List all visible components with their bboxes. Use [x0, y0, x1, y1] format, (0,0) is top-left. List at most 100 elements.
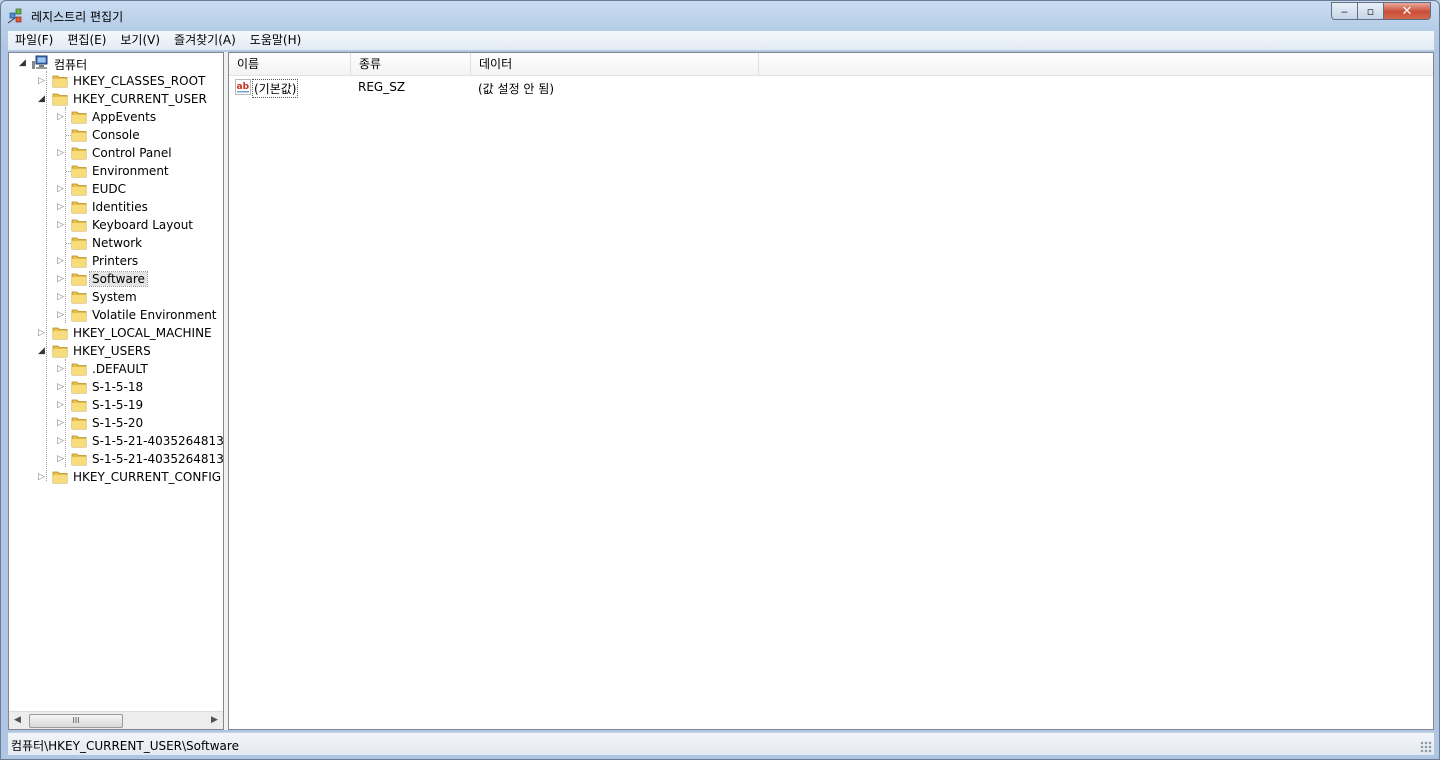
scroll-right-icon[interactable]: ▶ [206, 712, 223, 729]
expand-arrow-icon[interactable]: ▷ [56, 219, 65, 231]
tree-label: S-1-5-18 [92, 380, 144, 394]
scrollbar-thumb[interactable]: III [29, 714, 123, 728]
maximize-icon: ▫ [1366, 4, 1375, 18]
value-name: (기본값) [251, 79, 299, 98]
expand-arrow-icon[interactable]: ▷ [56, 435, 65, 447]
menu-favorites[interactable]: 즐겨찾기(A) [167, 31, 243, 50]
close-button[interactable]: ✕ [1384, 2, 1431, 20]
expand-arrow-icon[interactable]: ▷ [37, 471, 46, 483]
tree-item-s-1-5-18[interactable]: ▷ S-1-5-18 [9, 378, 223, 396]
menu-edit[interactable]: 편집(E) [60, 31, 113, 50]
expand-arrow-icon[interactable]: ▷ [56, 147, 65, 159]
folder-icon [52, 345, 68, 358]
tree-item-s-1-5-21-b[interactable]: ▷ S-1-5-21-4035264813- [9, 450, 223, 468]
tree-label: HKEY_USERS [73, 344, 151, 358]
column-header-data[interactable]: 데이터 [471, 53, 759, 75]
tree-label: HKEY_LOCAL_MACHINE [73, 326, 212, 340]
column-header-name[interactable]: 이름 [229, 53, 351, 75]
computer-icon [32, 55, 48, 69]
folder-icon [71, 417, 87, 430]
tree-label: S-1-5-20 [92, 416, 144, 430]
tree-item-software[interactable]: ▷ Software [9, 270, 223, 288]
svg-text:ab: ab [237, 82, 250, 92]
expand-arrow-icon[interactable]: ▷ [56, 273, 65, 285]
maximize-button[interactable]: ▫ [1358, 2, 1384, 20]
menu-view[interactable]: 보기(V) [113, 31, 167, 50]
registry-editor-window: 레지스트리 편집기 ‒ ▫ ✕ 파일(F) 편집(E) 보기(V) 즐겨찾기(A… [0, 0, 1440, 760]
tree-item-system[interactable]: ▷ System [9, 288, 223, 306]
expand-arrow-icon[interactable]: ▷ [56, 291, 65, 303]
tree-item-s-1-5-19[interactable]: ▷ S-1-5-19 [9, 396, 223, 414]
menu-help[interactable]: 도움말(H) [243, 31, 309, 50]
expand-arrow-icon[interactable]: ▷ [56, 453, 65, 465]
folder-icon [52, 327, 68, 340]
window-title: 레지스트리 편집기 [31, 10, 124, 24]
tree-item-hkey-classes-root[interactable]: ▷ HKEY_CLASSES_ROOT [9, 72, 223, 90]
tree-label-selected: Software [89, 271, 148, 287]
expand-arrow-icon[interactable]: ▷ [56, 399, 65, 411]
collapse-arrow-icon[interactable]: ◢ [37, 345, 46, 357]
tree-label: Control Panel [92, 146, 172, 160]
values-list[interactable]: 이름 종류 데이터 ab (기본값) REG_SZ (값 설정 안 됨) [228, 52, 1434, 730]
folder-icon [71, 201, 87, 214]
folder-icon [71, 435, 87, 448]
tree-label: HKEY_CURRENT_USER [73, 92, 207, 106]
folder-icon [52, 93, 68, 106]
expand-arrow-icon[interactable]: ▷ [56, 201, 65, 213]
collapse-arrow-icon[interactable]: ◢ [37, 93, 46, 105]
tree-item-keyboard-layout[interactable]: ▷ Keyboard Layout [9, 216, 223, 234]
status-bar: 컴퓨터\HKEY_CURRENT_USER\Software [8, 732, 1434, 755]
folder-icon [71, 129, 87, 142]
tree-item-hkey-local-machine[interactable]: ▷ HKEY_LOCAL_MACHINE [9, 324, 223, 342]
tree-label: Printers [92, 254, 139, 268]
expand-arrow-icon[interactable]: ▷ [56, 183, 65, 195]
tree-item-console[interactable]: Console [9, 126, 223, 144]
expand-arrow-icon[interactable]: ▷ [56, 255, 65, 267]
menu-file[interactable]: 파일(F) [8, 31, 60, 50]
expand-arrow-icon[interactable]: ▷ [56, 417, 65, 429]
tree-item-default[interactable]: ▷ .DEFAULT [9, 360, 223, 378]
column-header-type[interactable]: 종류 [351, 53, 471, 75]
tree-item-printers[interactable]: ▷ Printers [9, 252, 223, 270]
tree-item-hkey-users[interactable]: ◢ HKEY_USERS [9, 342, 223, 360]
tree-item-hkey-current-user[interactable]: ◢ HKEY_CURRENT_USER [9, 90, 223, 108]
folder-icon [71, 453, 87, 466]
tree-item-identities[interactable]: ▷ Identities [9, 198, 223, 216]
tree-item-appevents[interactable]: ▷ AppEvents [9, 108, 223, 126]
tree-horizontal-scrollbar[interactable]: ◀ III ▶ [9, 711, 223, 729]
expand-arrow-icon[interactable]: ▷ [56, 381, 65, 393]
tree-label: HKEY_CLASSES_ROOT [73, 74, 206, 88]
caption-buttons: ‒ ▫ ✕ [1331, 2, 1431, 20]
expand-arrow-icon[interactable]: ▷ [37, 75, 46, 87]
expand-arrow-icon[interactable]: ▷ [37, 327, 46, 339]
tree-item-s-1-5-20[interactable]: ▷ S-1-5-20 [9, 414, 223, 432]
tree-item-network[interactable]: Network [9, 234, 223, 252]
tree-item-eudc[interactable]: ▷ EUDC [9, 180, 223, 198]
tree-label: AppEvents [92, 110, 157, 124]
collapse-arrow-icon[interactable]: ◢ [18, 57, 27, 69]
tree-item-hkey-current-config[interactable]: ▷ HKEY_CURRENT_CONFIG [9, 468, 223, 486]
list-item[interactable]: ab (기본값) REG_SZ (값 설정 안 됨) [229, 77, 1433, 98]
folder-icon [71, 399, 87, 412]
tree-label: Environment [92, 164, 169, 178]
scroll-left-icon[interactable]: ◀ [9, 712, 26, 729]
tree-item-volatile-environment[interactable]: ▷ Volatile Environment [9, 306, 223, 324]
expand-arrow-icon[interactable]: ▷ [56, 363, 65, 375]
status-path: 컴퓨터\HKEY_CURRENT_USER\Software [11, 739, 239, 753]
expand-arrow-icon[interactable]: ▷ [56, 111, 65, 123]
tree-item-computer[interactable]: ◢ 컴퓨터 [9, 54, 223, 72]
tree-item-environment[interactable]: Environment [9, 162, 223, 180]
resize-grip-icon[interactable] [1420, 741, 1432, 753]
tree-label: System [92, 290, 137, 304]
expand-arrow-icon[interactable]: ▷ [56, 309, 65, 321]
tree-label: 컴퓨터 [54, 58, 88, 72]
registry-tree[interactable]: ◢ 컴퓨터 ▷ HKEY_CLASSES_ROOT ◢ HKEY_CURRENT… [8, 52, 224, 730]
folder-icon [71, 255, 87, 268]
string-value-icon: ab [235, 79, 251, 95]
title-bar[interactable]: 레지스트리 편집기 ‒ ▫ ✕ [1, 1, 1439, 31]
tree-label: Network [92, 236, 143, 250]
folder-icon [52, 75, 68, 88]
tree-item-control-panel[interactable]: ▷ Control Panel [9, 144, 223, 162]
tree-item-s-1-5-21-a[interactable]: ▷ S-1-5-21-4035264813- [9, 432, 223, 450]
minimize-button[interactable]: ‒ [1331, 2, 1358, 20]
